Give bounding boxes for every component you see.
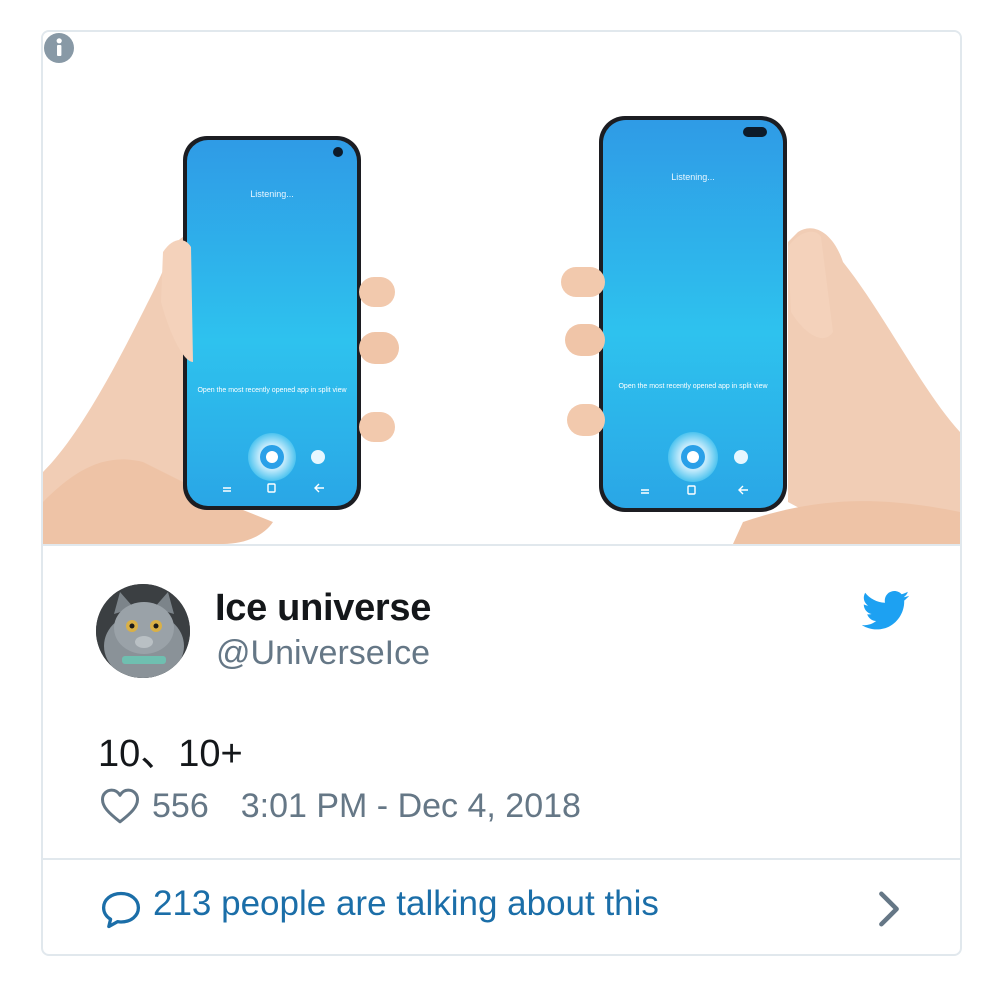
conversation-link[interactable]: 213 people are talking about this (43, 860, 960, 954)
like-count[interactable]: 556 (152, 787, 209, 826)
author-handle[interactable]: @UniverseIce (216, 634, 430, 673)
right-phone-suggestion: Open the most recently opened app in spl… (618, 383, 768, 390)
info-icon[interactable] (43, 32, 75, 64)
left-phone: Listening... Open the most recently open… (43, 136, 399, 544)
right-phone-status: Listening... (671, 172, 715, 182)
avatar[interactable] (96, 584, 190, 678)
cat-avatar-image (96, 584, 190, 678)
heart-icon[interactable] (100, 787, 140, 825)
tweet-card[interactable]: Listening... Open the most recently open… (41, 30, 962, 956)
media-divider (43, 544, 960, 546)
tweet-text: 10、10+ (98, 733, 243, 775)
chevron-right-icon[interactable] (875, 890, 903, 928)
left-phone-status: Listening... (250, 189, 294, 199)
left-phone-suggestion: Open the most recently opened app in spl… (197, 387, 347, 394)
tweet-timestamp[interactable]: 3:01 PM - Dec 4, 2018 (241, 787, 581, 826)
conversation-link-text[interactable]: 213 people are talking about this (153, 884, 659, 924)
speech-bubble-icon (101, 891, 141, 929)
tweet-media[interactable]: Listening... Open the most recently open… (43, 32, 960, 544)
right-phone: Listening... Open the most recently open… (561, 116, 960, 544)
twitter-bird-icon[interactable] (862, 590, 910, 632)
tweet-meta: 556 3:01 PM - Dec 4, 2018 (100, 784, 581, 828)
author-name[interactable]: Ice universe (215, 587, 431, 630)
phones-photo: Listening... Open the most recently open… (43, 116, 960, 544)
